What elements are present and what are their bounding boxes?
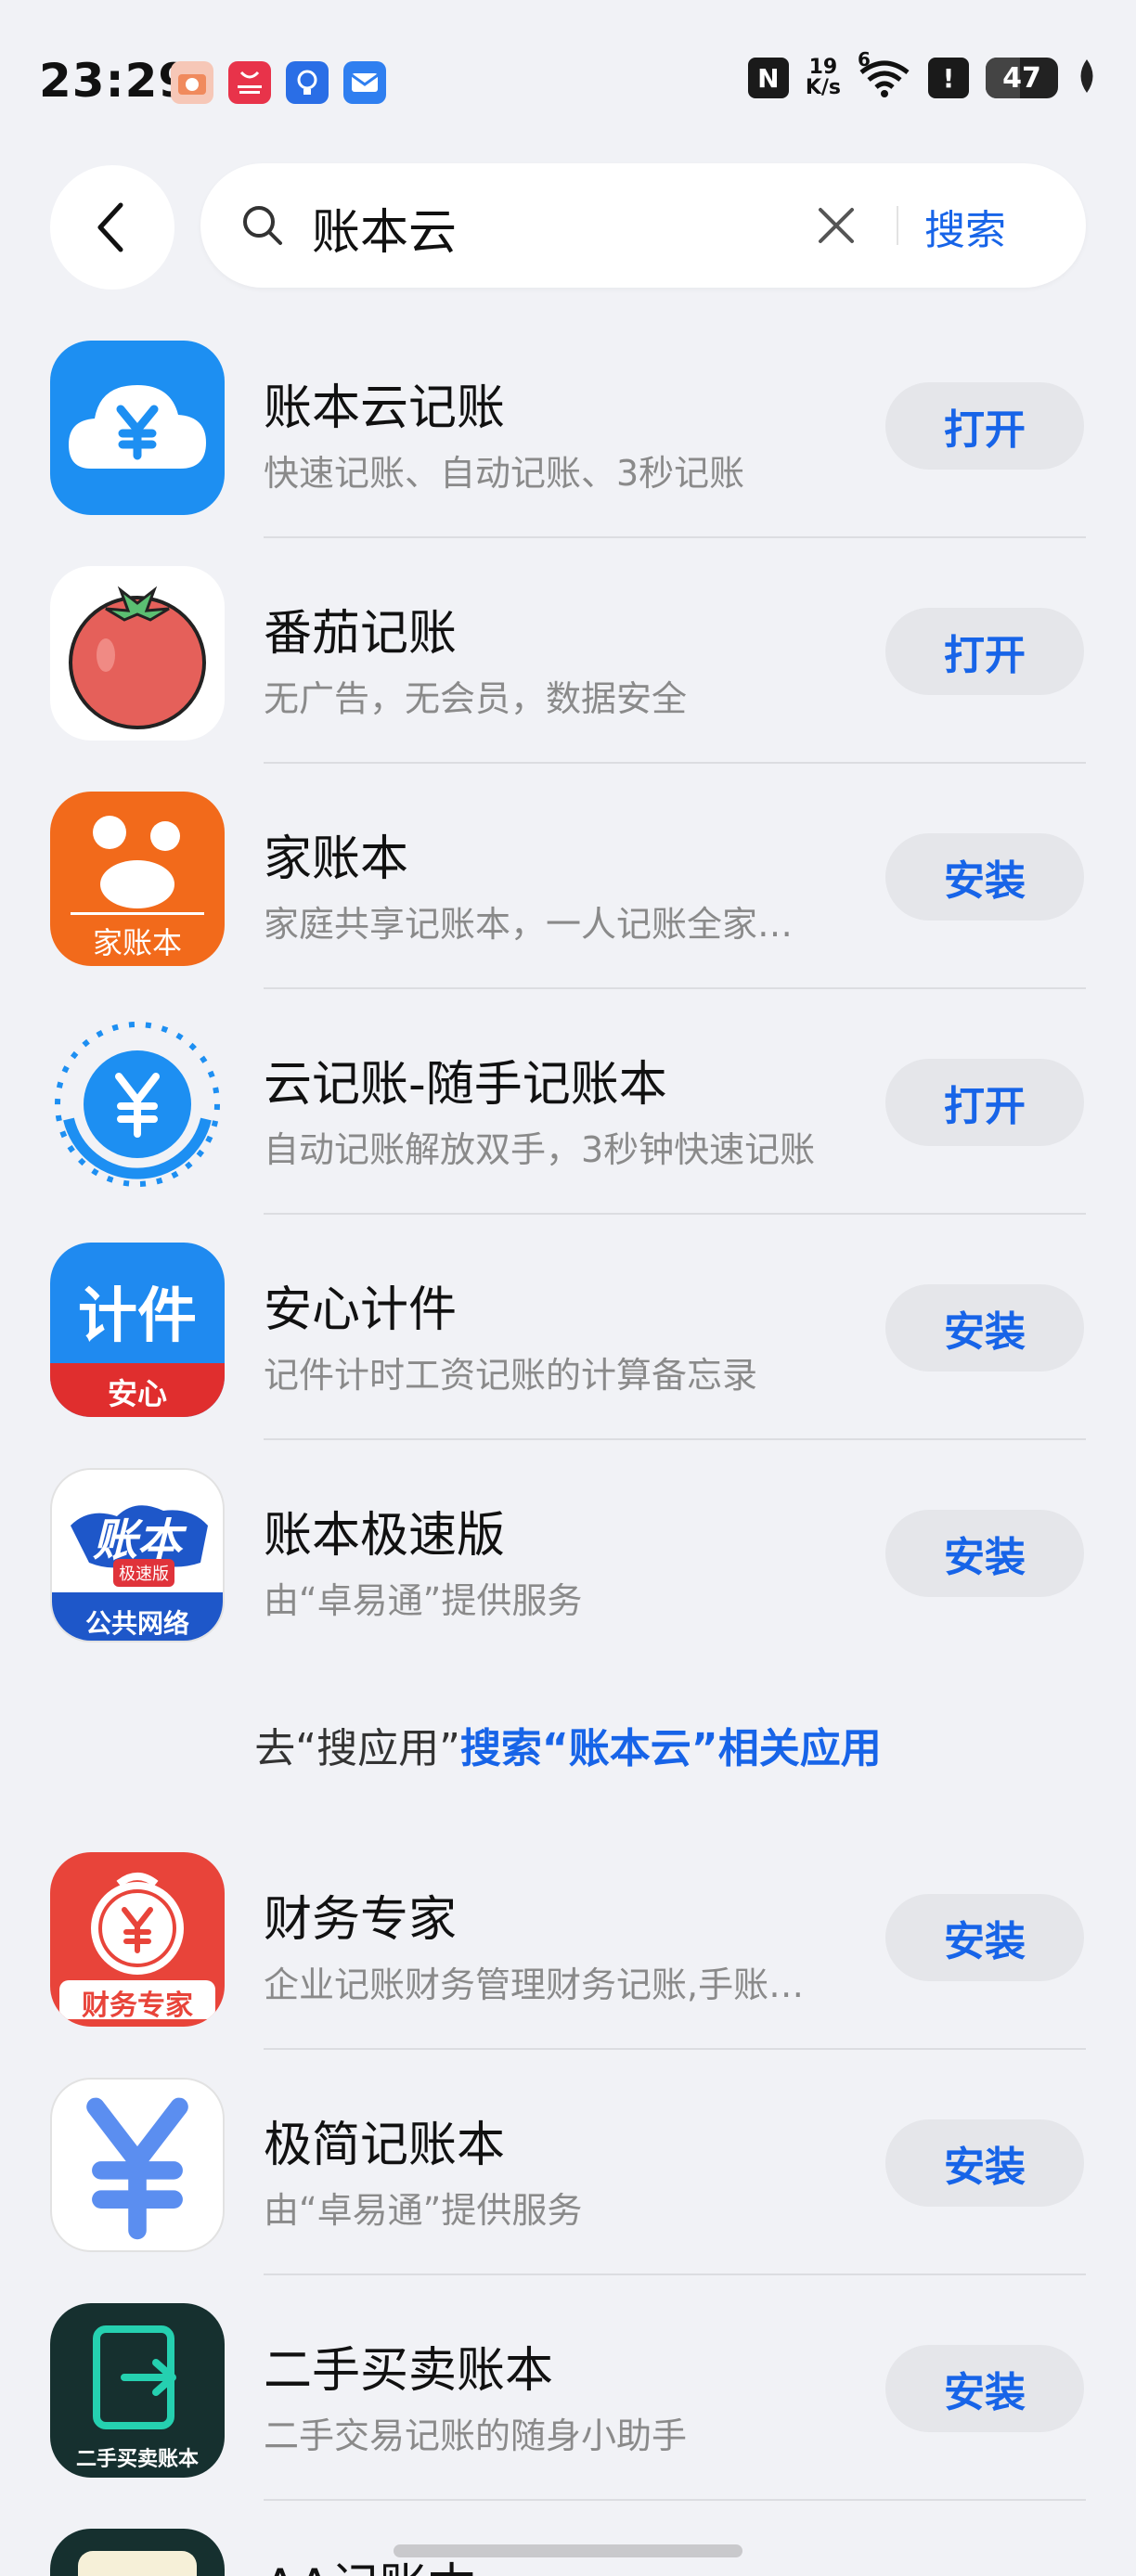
wifi-icon: 6 bbox=[858, 48, 911, 98]
app-name: 家账本 bbox=[264, 831, 409, 887]
app-description: 家庭共享记账本，一人记账全家… bbox=[264, 904, 794, 945]
battery-percent: 47 bbox=[1002, 61, 1041, 95]
status-indicators: N 19 K/s 6 ! 47 bbox=[747, 48, 1099, 98]
app-description: 企业记账财务管理财务记账,手账… bbox=[264, 1964, 805, 2005]
search-icon bbox=[243, 206, 282, 245]
app-description: 快速记账、自动记账、3秒记账 bbox=[264, 453, 745, 494]
piecework-icon: 计件 安心 bbox=[50, 1243, 225, 1417]
app-name: 安心计件 bbox=[264, 1282, 458, 1338]
icon-badge: 极速版 bbox=[113, 1559, 174, 1587]
yen-symbol-icon bbox=[50, 2078, 225, 2252]
app-description: 由“卓易通”提供服务 bbox=[264, 2190, 583, 2231]
list-item[interactable]: 计件 安心 安心计件 记件计时工资记账的计算备忘录 安装 bbox=[0, 1215, 1136, 1440]
app-name: 二手买卖账本 bbox=[264, 2343, 554, 2399]
back-button[interactable] bbox=[50, 165, 174, 290]
open-button[interactable]: 打开 bbox=[885, 1059, 1084, 1146]
app-name: 账本极速版 bbox=[264, 1508, 506, 1564]
clock: 23:29 bbox=[39, 54, 192, 108]
partial-app-icon bbox=[50, 2529, 225, 2576]
nfc-icon: N bbox=[747, 58, 789, 98]
network-speed: 19 K/s bbox=[806, 58, 841, 98]
open-button[interactable]: 打开 bbox=[885, 382, 1084, 470]
clear-icon[interactable] bbox=[813, 202, 859, 249]
home-indicator[interactable] bbox=[394, 2544, 742, 2557]
app-description: 记件计时工资记账的计算备忘录 bbox=[264, 1355, 758, 1396]
camera-app-icon bbox=[171, 61, 213, 104]
icon-subtext: 公共网络 bbox=[84, 1608, 189, 1639]
tips-icon bbox=[286, 61, 329, 104]
tomato-icon bbox=[50, 566, 225, 741]
app-name: 番茄记账 bbox=[264, 606, 458, 662]
goto-search-text[interactable]: 搜索“账本云”相关应用 bbox=[460, 1725, 882, 1772]
icon-text: 二手买卖账本 bbox=[75, 2448, 199, 2471]
install-button[interactable]: 安装 bbox=[885, 1510, 1084, 1597]
list-item[interactable]: 账本 极速版 公共网络 账本极速版 由“卓易通”提供服务 安装 bbox=[0, 1440, 1136, 1666]
status-bar: 23:29 N 19 K/s 6 ! 47 bbox=[0, 0, 1136, 139]
install-button[interactable]: 安装 bbox=[885, 2119, 1084, 2207]
install-button[interactable]: 安装 bbox=[885, 1284, 1084, 1372]
app-name: 财务专家 bbox=[264, 1892, 458, 1948]
email-icon bbox=[343, 61, 386, 104]
leaf-icon bbox=[1075, 58, 1099, 98]
app-description: 无广告，无会员，数据安全 bbox=[264, 678, 688, 719]
install-button[interactable]: 安装 bbox=[885, 1894, 1084, 1981]
app-name: 极简记账本 bbox=[264, 2118, 506, 2173]
family-piggybank-icon: 家账本 bbox=[50, 792, 225, 966]
world-map-ledger-icon: 账本 极速版 公共网络 bbox=[50, 1468, 225, 1642]
list-item[interactable]: 财务专家 财务专家 企业记账财务管理财务记账,手账… 安装 bbox=[0, 1824, 1136, 2050]
exchange-icon: 二手买卖账本 bbox=[50, 2303, 225, 2478]
list-item[interactable]: 账本云记账 快速记账、自动记账、3秒记账 打开 bbox=[0, 313, 1136, 538]
app-gallery-icon bbox=[228, 61, 271, 104]
list-item[interactable]: 家账本 家账本 家庭共享记账本，一人记账全家… 安装 bbox=[0, 764, 1136, 989]
app-description: 由“卓易通”提供服务 bbox=[264, 1580, 583, 1621]
app-description: 自动记账解放双手，3秒钟快速记账 bbox=[264, 1129, 816, 1170]
money-bag-icon: 财务专家 bbox=[50, 1852, 225, 2027]
app-description: 二手交易记账的随身小助手 bbox=[264, 2415, 688, 2456]
net-speed-unit: K/s bbox=[805, 76, 841, 99]
install-button[interactable]: 安装 bbox=[885, 833, 1084, 921]
app-name: 账本云记账 bbox=[264, 380, 506, 436]
icon-subtext: 安心 bbox=[107, 1376, 167, 1411]
icon-text: 计件 bbox=[78, 1282, 197, 1351]
list-item[interactable]: 云记账-随手记账本 自动记账解放双手，3秒钟快速记账 打开 bbox=[0, 989, 1136, 1215]
search-button[interactable]: 搜索 bbox=[924, 197, 1006, 256]
yen-circle-icon bbox=[50, 1017, 225, 1191]
alert-icon: ! bbox=[928, 58, 969, 98]
wifi-label: 6 bbox=[858, 48, 871, 71]
goto-search-link[interactable]: 去“搜应用”搜索“账本云”相关应用 bbox=[0, 1715, 1136, 1774]
icon-text: 家账本 bbox=[92, 925, 182, 960]
list-item[interactable]: 番茄记账 无广告，无会员，数据安全 打开 bbox=[0, 538, 1136, 764]
search-bar[interactable]: 账本云 搜索 bbox=[200, 163, 1086, 288]
cloud-yen-icon bbox=[50, 341, 225, 515]
list-item[interactable]: AA记账本 bbox=[0, 2501, 1136, 2576]
goto-search-prefix: 去“搜应用” bbox=[254, 1725, 460, 1772]
list-item[interactable]: 二手买卖账本 二手买卖账本 二手交易记账的随身小助手 安装 bbox=[0, 2275, 1136, 2501]
open-button[interactable]: 打开 bbox=[885, 608, 1084, 695]
app-name: 云记账-随手记账本 bbox=[264, 1057, 667, 1113]
search-divider bbox=[897, 206, 898, 245]
list-item[interactable]: 极简记账本 由“卓易通”提供服务 安装 bbox=[0, 2050, 1136, 2275]
battery-indicator: 47 bbox=[986, 58, 1058, 98]
chevron-left-icon bbox=[97, 202, 123, 252]
net-speed-value: 19 bbox=[808, 56, 838, 79]
search-input[interactable]: 账本云 bbox=[312, 193, 457, 263]
install-button[interactable]: 安装 bbox=[885, 2345, 1084, 2432]
icon-text: 财务专家 bbox=[82, 1990, 193, 2022]
